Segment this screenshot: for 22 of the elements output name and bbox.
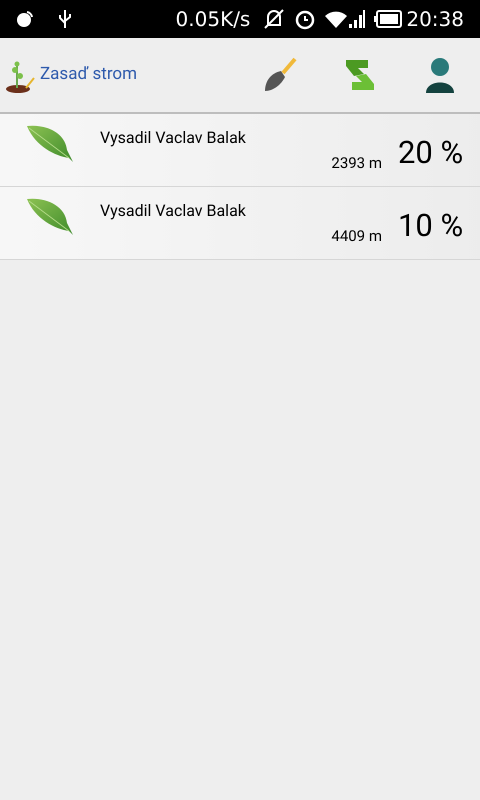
planter-name: Vysadil Vaclav Balak <box>100 200 247 222</box>
leaf-icon <box>25 124 75 164</box>
user-icon <box>424 57 456 93</box>
percent: 20 % <box>397 133 464 173</box>
wifi-icon <box>324 9 348 29</box>
battery-icon <box>374 10 402 28</box>
alarm-icon <box>294 8 316 30</box>
percent: 10 % <box>397 206 464 246</box>
trowel-icon <box>263 57 297 93</box>
signal-icon <box>348 9 366 29</box>
network-speed: 0.05K/s <box>176 6 250 33</box>
satellite-icon <box>16 10 34 28</box>
planter-name: Vysadil Vaclav Balak <box>100 127 247 149</box>
clock: 20:38 <box>406 6 464 33</box>
distance: 4409 m <box>331 226 382 247</box>
tree-list-item[interactable]: Vysadil Vaclav Balak 4409 m 10 % <box>0 187 480 260</box>
tree-list-item[interactable]: Vysadil Vaclav Balak 2393 m 20 % <box>0 114 480 187</box>
distance: 2393 m <box>331 153 382 174</box>
app-title: Zasaď strom <box>40 63 138 86</box>
usb-icon <box>58 9 72 29</box>
leaf-icon <box>25 197 75 237</box>
muted-bell-icon <box>262 7 286 31</box>
